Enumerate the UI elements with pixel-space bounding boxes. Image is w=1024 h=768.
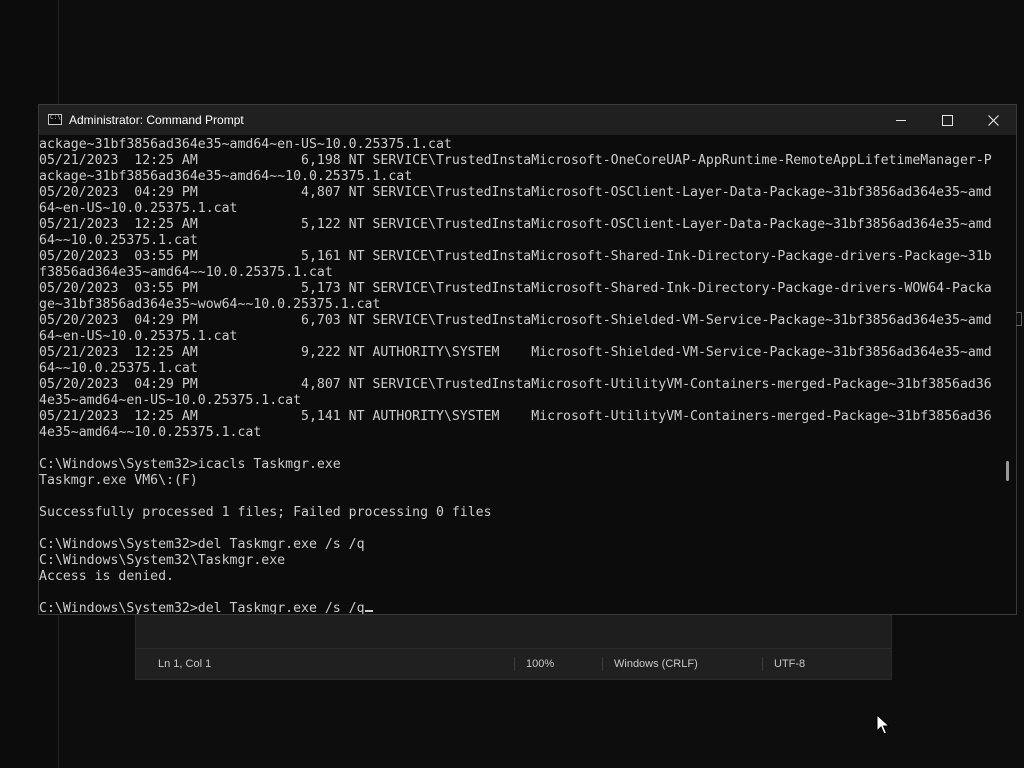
line-ending-label[interactable]: Windows (CRLF): [614, 649, 698, 679]
console-line: 05/21/2023 12:25 AM 9,222 NT AUTHORITY\S…: [39, 345, 992, 360]
console-line: 05/20/2023 04:29 PM 6,703 NT SERVICE\Tru…: [39, 313, 992, 328]
notepad-status-bar: Ln 1, Col 1 100% Windows (CRLF) UTF-8: [136, 648, 891, 679]
window-title: Administrator: Command Prompt: [69, 113, 244, 127]
close-icon: [987, 114, 999, 126]
text-cursor: [364, 610, 373, 612]
console-line: 05/21/2023 12:25 AM 6,198 NT SERVICE\Tru…: [39, 153, 992, 168]
console-line: Access is denied.: [39, 569, 174, 584]
minimize-icon: [896, 119, 906, 121]
notepad-window[interactable]: Ln 1, Col 1 100% Windows (CRLF) UTF-8: [135, 614, 892, 680]
console-line: C:\Windows\System32>icacls Taskmgr.exe: [39, 457, 341, 472]
console-line: 05/20/2023 03:55 PM 5,161 NT SERVICE\Tru…: [39, 249, 992, 264]
cursor-position-label[interactable]: Ln 1, Col 1: [158, 649, 211, 679]
console-line: 64~en-US~10.0.25375.1.cat: [39, 329, 238, 344]
console-line: 64~~10.0.25375.1.cat: [39, 361, 198, 376]
mouse-pointer-icon: [876, 714, 890, 735]
console-line: 05/20/2023 04:29 PM 4,807 NT SERVICE\Tru…: [39, 377, 992, 392]
console-line: Successfully processed 1 files; Failed p…: [39, 505, 492, 520]
status-separator: [762, 657, 763, 671]
console-prompt: C:\Windows\System32>: [39, 601, 198, 614]
console-line: 05/20/2023 04:29 PM 4,807 NT SERVICE\Tru…: [39, 185, 992, 200]
maximize-button[interactable]: [924, 105, 970, 135]
cmd-icon: C:\: [48, 114, 62, 125]
console-line: 64~~10.0.25375.1.cat: [39, 233, 198, 248]
console-scrollbar[interactable]: [998, 135, 1016, 614]
console-line: ackage~31bf3856ad364e35~amd64~en-US~10.0…: [39, 137, 452, 152]
maximize-icon: [941, 114, 953, 126]
console-line: ackage~31bf3856ad364e35~amd64~~10.0.2537…: [39, 169, 413, 184]
status-separator: [514, 657, 515, 671]
status-separator: [602, 657, 603, 671]
console-line: Taskmgr.exe VM6\:(F): [39, 473, 198, 488]
console-line: 05/20/2023 03:55 PM 5,173 NT SERVICE\Tru…: [39, 281, 992, 296]
close-button[interactable]: [970, 105, 1016, 135]
console-output-lines: ackage~31bf3856ad364e35~amd64~en-US~10.0…: [39, 137, 992, 584]
console-text[interactable]: ackage~31bf3856ad364e35~amd64~en-US~10.0…: [39, 135, 992, 614]
zoom-level-label[interactable]: 100%: [526, 649, 554, 679]
console-line: 64~en-US~10.0.25375.1.cat: [39, 201, 238, 216]
command-prompt-window[interactable]: C:\ Administrator: Command Prompt ackage…: [38, 104, 1017, 615]
console-output-area[interactable]: ackage~31bf3856ad364e35~amd64~en-US~10.0…: [39, 135, 998, 614]
console-line: 05/21/2023 12:25 AM 5,141 NT AUTHORITY\S…: [39, 409, 992, 424]
console-line: 4e35~amd64~en-US~10.0.25375.1.cat: [39, 393, 302, 408]
console-line: f3856ad364e35~amd64~~10.0.25375.1.cat: [39, 265, 333, 280]
cmd-icon-glyph: C:\: [50, 114, 61, 121]
console-line: C:\Windows\System32>del Taskmgr.exe /s /…: [39, 537, 365, 552]
encoding-label[interactable]: UTF-8: [774, 649, 805, 679]
minimize-button[interactable]: [878, 105, 924, 135]
scrollbar-thumb[interactable]: [1006, 461, 1009, 481]
console-input[interactable]: del Taskmgr.exe /s /q: [198, 601, 365, 614]
console-line: 05/21/2023 12:25 AM 5,122 NT SERVICE\Tru…: [39, 217, 992, 232]
console-line: ge~31bf3856ad364e35~wow64~~10.0.25375.1.…: [39, 297, 381, 312]
window-edge-fragment: [1016, 312, 1022, 326]
window-titlebar[interactable]: C:\ Administrator: Command Prompt: [39, 105, 1016, 135]
console-line: C:\Windows\System32\Taskmgr.exe: [39, 553, 286, 568]
console-line: 4e35~amd64~~10.0.25375.1.cat: [39, 425, 262, 440]
